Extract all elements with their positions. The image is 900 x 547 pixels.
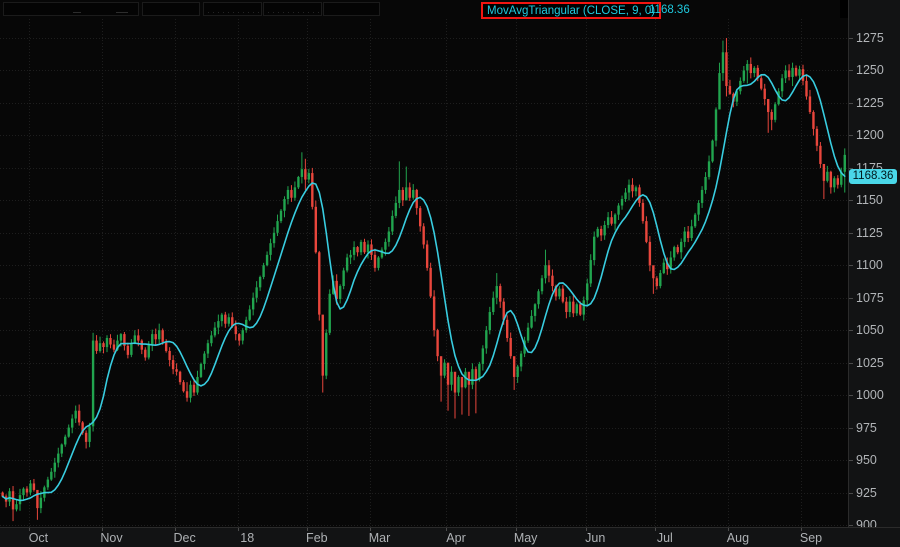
time-tick-label: Mar — [369, 531, 391, 545]
time-tick-mark — [586, 528, 587, 531]
price-tick-label: 1275 — [856, 31, 884, 45]
price-tick-label: 1250 — [856, 63, 884, 77]
time-tick-label: Oct — [29, 531, 48, 545]
indicator-legend-value: 1168.36 — [649, 4, 690, 16]
price-tick-mark — [849, 200, 853, 201]
price-tick-mark — [849, 103, 853, 104]
price-tick-mark — [849, 460, 853, 461]
time-tick-mark — [728, 528, 729, 531]
time-tick-label: Sep — [800, 531, 822, 545]
price-tick-mark — [849, 395, 853, 396]
price-tick-label: 1225 — [856, 96, 884, 110]
price-tick-label: 1125 — [856, 226, 883, 240]
price-tick-label: 1075 — [856, 291, 884, 305]
time-tick-label: Dec — [173, 531, 195, 545]
time-tick-mark — [655, 528, 656, 531]
time-tick-mark — [175, 528, 176, 531]
toolbar-mark — [73, 12, 81, 13]
time-tick-label: 18 — [240, 531, 254, 545]
time-tick-mark — [238, 528, 239, 531]
time-tick-mark — [801, 528, 802, 531]
price-tick-mark — [849, 525, 853, 526]
toolbar-button[interactable] — [142, 2, 200, 16]
price-tick-mark — [849, 233, 853, 234]
price-tick-label: 1050 — [856, 323, 884, 337]
toolbar-symbol-box[interactable] — [3, 2, 139, 16]
price-tick-label: 925 — [856, 486, 877, 500]
time-tick-mark — [370, 528, 371, 531]
toolbar-button[interactable] — [263, 2, 322, 16]
toolbar-mark — [116, 12, 128, 13]
price-tick-label: 1200 — [856, 128, 884, 142]
price-tick-label: 975 — [856, 421, 877, 435]
time-tick-label: May — [514, 531, 538, 545]
price-tick-mark — [849, 135, 853, 136]
toolbar-button[interactable] — [323, 2, 380, 16]
price-tick-mark — [849, 428, 853, 429]
time-tick-mark — [446, 528, 447, 531]
chart-top-toolbar — [0, 0, 480, 18]
time-tick-mark — [307, 528, 308, 531]
price-tick-mark — [849, 298, 853, 299]
candlestick-chart-area[interactable] — [0, 0, 848, 527]
time-axis[interactable]: Oct Nov Dec 18 Feb Mar Apr May Jun Jul Aug Sep — [0, 527, 900, 547]
price-tick-mark — [849, 265, 853, 266]
time-tick-mark — [29, 528, 30, 531]
price-axis[interactable]: 1275125012251200117511501125110010751050… — [848, 0, 900, 527]
time-tick-mark — [102, 528, 103, 531]
time-tick-label: Jul — [657, 531, 673, 545]
price-tick-mark — [849, 493, 853, 494]
time-tick-label: Nov — [100, 531, 122, 545]
price-tick-label: 1000 — [856, 388, 884, 402]
price-tick-label: 1150 — [856, 193, 883, 207]
price-tick-label: 1025 — [856, 356, 884, 370]
price-tick-mark — [849, 70, 853, 71]
time-tick-label: Apr — [446, 531, 465, 545]
chart-window: MovAvgTriangular (CLOSE, 9, 0) 1168.36 1… — [0, 0, 900, 547]
price-tick-mark — [849, 330, 853, 331]
indicator-legend-selected[interactable]: MovAvgTriangular (CLOSE, 9, 0) — [481, 2, 661, 19]
time-tick-label: Feb — [306, 531, 328, 545]
time-tick-label: Jun — [585, 531, 605, 545]
last-price-bubble: 1168.36 — [849, 169, 897, 184]
toolbar-button[interactable] — [203, 2, 262, 16]
time-tick-label: Aug — [727, 531, 749, 545]
price-tick-mark — [849, 363, 853, 364]
time-tick-mark — [516, 528, 517, 531]
price-tick-label: 950 — [856, 453, 877, 467]
price-tick-mark — [849, 38, 853, 39]
price-tick-label: 1100 — [856, 258, 883, 272]
